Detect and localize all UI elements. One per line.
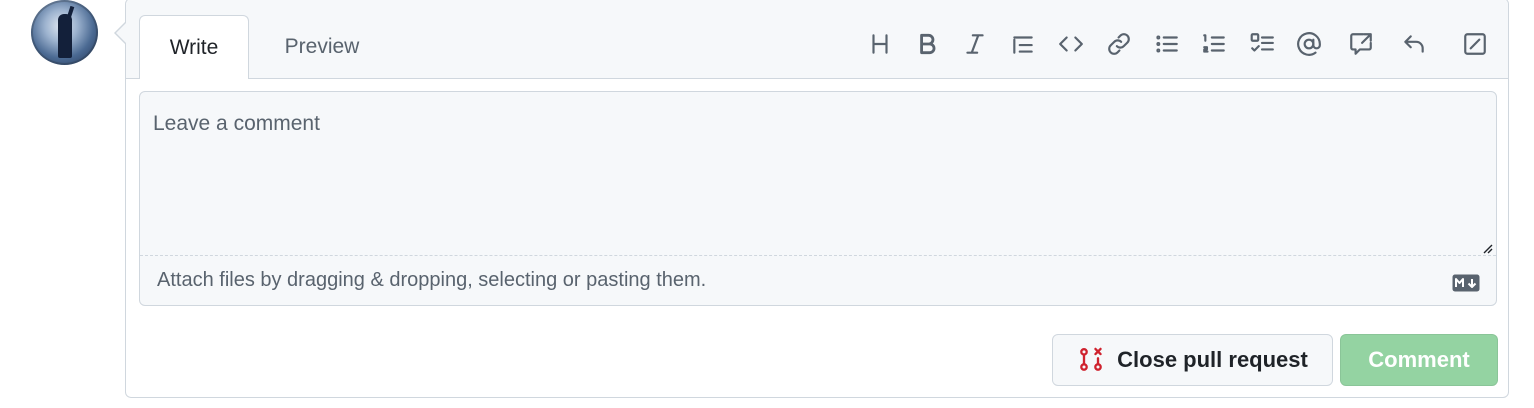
comment-box-header: Write Preview bbox=[126, 0, 1508, 79]
git-pull-request-closed-icon bbox=[1080, 347, 1102, 371]
mention-icon[interactable] bbox=[1293, 27, 1325, 61]
markdown-toolbar bbox=[126, 27, 1508, 63]
close-pull-request-label: Close pull request bbox=[1117, 347, 1308, 372]
comment-box: Write Preview Leave a comment Attach fil… bbox=[125, 0, 1509, 398]
comment-box-pointer-fill bbox=[116, 23, 126, 43]
fullscreen-icon[interactable] bbox=[1459, 27, 1491, 61]
heading-icon[interactable] bbox=[864, 27, 896, 61]
avatar-figure bbox=[58, 14, 72, 58]
comment-textarea[interactable] bbox=[140, 92, 1496, 255]
comment-button[interactable]: Comment bbox=[1340, 334, 1498, 386]
markdown-icon[interactable] bbox=[1452, 274, 1480, 292]
attach-files-bar[interactable]: Attach files by dragging & dropping, sel… bbox=[140, 255, 1496, 305]
comment-editor: Attach files by dragging & dropping, sel… bbox=[139, 91, 1497, 306]
saved-reply-icon[interactable] bbox=[1398, 27, 1430, 61]
quote-icon[interactable] bbox=[1007, 27, 1039, 61]
resize-handle-icon[interactable] bbox=[1481, 241, 1493, 254]
link-icon[interactable] bbox=[1103, 27, 1135, 61]
bold-icon[interactable] bbox=[911, 27, 943, 61]
italic-icon[interactable] bbox=[959, 27, 991, 61]
unordered-list-icon[interactable] bbox=[1151, 27, 1183, 61]
ordered-list-icon[interactable] bbox=[1198, 27, 1230, 61]
cross-reference-icon[interactable] bbox=[1345, 27, 1377, 61]
user-avatar[interactable] bbox=[31, 0, 98, 65]
close-pull-request-button[interactable]: Close pull request bbox=[1052, 334, 1333, 386]
task-list-icon[interactable] bbox=[1246, 27, 1278, 61]
code-icon[interactable] bbox=[1055, 27, 1087, 61]
